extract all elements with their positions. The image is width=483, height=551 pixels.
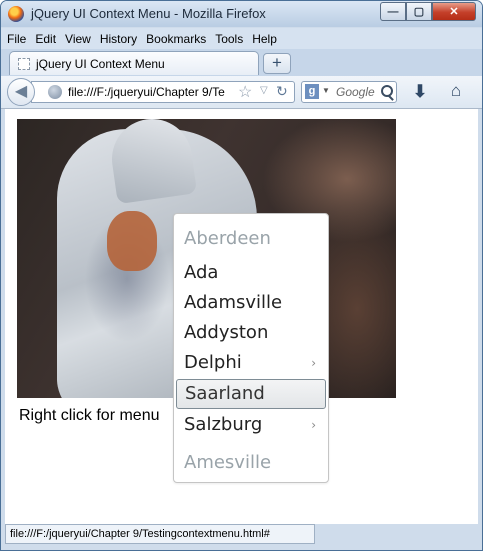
bookmark-star-icon[interactable]: ☆ [238, 82, 252, 102]
menu-view[interactable]: View [65, 32, 91, 46]
window-controls: — ▢ ✕ [380, 2, 476, 21]
menu-tools[interactable]: Tools [215, 32, 243, 46]
back-arrow-icon: ◀ [14, 83, 28, 100]
menu-item-label: Salzburg [184, 414, 263, 435]
menu-item-adamsville[interactable]: Adamsville [176, 288, 326, 318]
firefox-icon [8, 6, 24, 22]
menu-bookmarks[interactable]: Bookmarks [146, 32, 206, 46]
search-bar[interactable]: g ▼ Google [301, 81, 397, 103]
menu-item-delphi[interactable]: Delphi › [176, 348, 326, 378]
menu-item-saarland[interactable]: Saarland [176, 379, 326, 409]
menu-item-amesville: Amesville [176, 448, 326, 478]
menu-item-label: Adamsville [184, 292, 283, 313]
menu-item-aberdeen: Aberdeen [176, 224, 326, 254]
downloads-icon[interactable]: ⬇ [411, 82, 429, 101]
menu-file[interactable]: File [7, 32, 26, 46]
url-bar[interactable]: file:///F:/jqueryui/Chapter 9/Te ☆ ▽ ↻ [31, 81, 295, 103]
search-engine-dropdown-icon[interactable]: ▼ [322, 86, 330, 95]
menu-item-label: Aberdeen [184, 228, 271, 249]
reload-icon[interactable]: ↻ [276, 83, 288, 100]
title-bar[interactable]: jQuery UI Context Menu - Mozilla Firefox… [1, 1, 482, 27]
back-button[interactable]: ◀ [7, 78, 35, 106]
menu-edit[interactable]: Edit [35, 32, 56, 46]
navigation-bar: file:///F:/jqueryui/Chapter 9/Te ☆ ▽ ↻ ◀… [1, 76, 482, 109]
menu-item-label: Delphi [184, 352, 242, 373]
menu-bar: File Edit View History Bookmarks Tools H… [1, 28, 482, 49]
maximize-button[interactable]: ▢ [406, 2, 432, 21]
home-icon[interactable]: ⌂ [447, 81, 465, 100]
menu-history[interactable]: History [100, 32, 137, 46]
page-favicon-icon [18, 57, 30, 70]
new-tab-button[interactable]: + [263, 53, 291, 74]
menu-item-label: Amesville [184, 452, 272, 473]
menu-help[interactable]: Help [252, 32, 277, 46]
window-title: jQuery UI Context Menu - Mozilla Firefox [31, 6, 266, 21]
menu-item-label: Addyston [184, 322, 269, 343]
hint-text: Right click for menu [19, 407, 160, 424]
minimize-button[interactable]: — [380, 2, 406, 21]
tab-strip: jQuery UI Context Menu + [1, 49, 482, 76]
tab-label: jQuery UI Context Menu [36, 56, 165, 71]
url-history-dropdown-icon[interactable]: ▽ [260, 85, 268, 96]
menu-item-ada[interactable]: Ada [176, 258, 326, 288]
menu-item-label: Ada [184, 262, 219, 283]
url-text[interactable]: file:///F:/jqueryui/Chapter 9/Te [68, 85, 236, 99]
context-menu: Aberdeen Ada Adamsville Addyston Delphi … [173, 213, 329, 483]
chevron-right-icon: › [311, 356, 316, 370]
chevron-right-icon: › [311, 418, 316, 432]
tab-jquery-ui-context-menu[interactable]: jQuery UI Context Menu [9, 51, 259, 75]
menu-item-addyston[interactable]: Addyston [176, 318, 326, 348]
search-icon[interactable] [381, 85, 393, 97]
browser-window: jQuery UI Context Menu - Mozilla Firefox… [0, 0, 483, 551]
globe-icon [48, 85, 62, 99]
search-input[interactable]: Google [336, 85, 375, 99]
bean-logo-shape [107, 211, 157, 271]
menu-item-label: Saarland [185, 383, 265, 404]
close-button[interactable]: ✕ [432, 2, 476, 21]
status-bar: file:///F:/jqueryui/Chapter 9/Testingcon… [5, 524, 315, 544]
google-icon[interactable]: g [305, 84, 319, 99]
menu-item-salzburg[interactable]: Salzburg › [176, 410, 326, 440]
